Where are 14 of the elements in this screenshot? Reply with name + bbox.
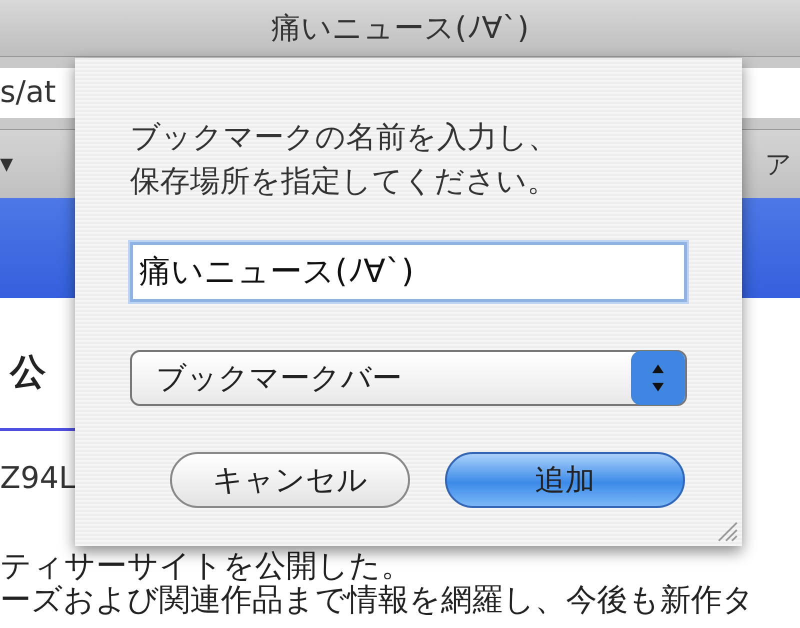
sheet-message: 保存場所を指定してください。 [130,163,557,201]
article-text: ティサーサイトを公開した。 [0,549,412,583]
article-text: ーズおよび関連作品まで情報を網羅し、今後も新作タ [0,583,754,617]
location-popup[interactable]: ブックマークバー [130,350,687,406]
bookmark-menu[interactable]: ▾ [0,149,14,179]
cancel-button[interactable]: キャンセル [170,452,410,508]
article-heading: 公 [10,351,46,395]
bookmark-item[interactable]: ア [765,146,792,182]
window-title: 痛いニュース(ﾉ∀`) [271,10,529,48]
stepper-arrows-icon [631,351,685,405]
add-button[interactable]: 追加 [445,452,685,508]
name-field[interactable]: 痛いニュース(ﾉ∀`) [130,242,687,302]
sheet-message: ブックマークの名前を入力し、 [130,119,558,157]
article-code: Z94L [0,461,76,498]
